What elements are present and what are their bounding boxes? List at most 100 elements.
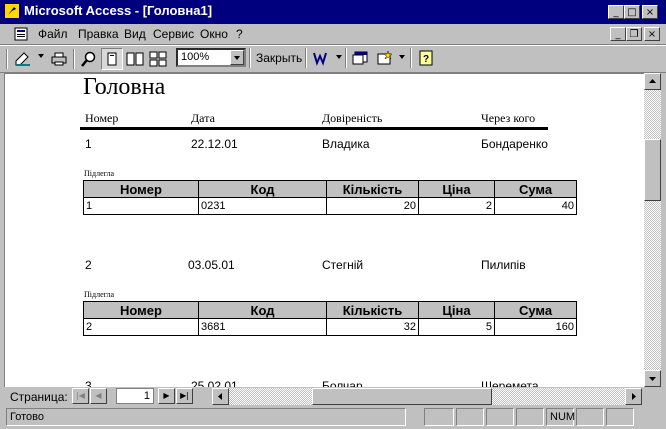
chevron-down-icon[interactable]: [399, 55, 405, 59]
menu-service[interactable]: Сервис: [153, 27, 194, 41]
multiple-pages-button[interactable]: [147, 48, 169, 70]
page-number-field[interactable]: 1: [116, 388, 154, 404]
record-number: 1: [85, 137, 92, 151]
scroll-up-button[interactable]: [644, 73, 661, 90]
record-proxy: Болчар: [322, 379, 363, 387]
office-links-button[interactable]: [310, 47, 332, 69]
record-date: 22.12.01: [191, 137, 238, 151]
toolbar: [0, 45, 666, 73]
menu-window[interactable]: Окно: [200, 27, 228, 41]
one-page-icon: [107, 52, 117, 66]
next-page-button[interactable]: ▶: [158, 388, 175, 404]
subform-header-sum: Сума: [494, 301, 577, 319]
doc-minimize-button[interactable]: _: [610, 27, 626, 41]
cell-number: 1: [83, 197, 199, 215]
zoom-select[interactable]: 100%: [176, 48, 246, 67]
status-indicator-2: [456, 408, 484, 426]
cell-qty: 20: [326, 197, 419, 215]
doc-restore-button[interactable]: ❐: [626, 27, 642, 41]
minimize-button[interactable]: _: [608, 5, 624, 19]
subform-header-number: Номер: [83, 301, 199, 319]
subform-header-price: Ціна: [418, 180, 495, 198]
status-text: Готово: [6, 408, 406, 426]
menu-edit[interactable]: Правка: [78, 27, 119, 41]
record-proxy: Владика: [322, 137, 370, 151]
subform-header-price: Ціна: [418, 301, 495, 319]
new-object-icon: [377, 50, 393, 65]
prev-page-button[interactable]: ◀: [90, 388, 107, 404]
scroll-right-button[interactable]: [625, 388, 642, 405]
menu-view[interactable]: Вид: [124, 27, 146, 41]
printer-icon: [51, 52, 67, 66]
help-button[interactable]: ?: [415, 47, 437, 69]
record-proxy: Стегній: [322, 258, 364, 272]
close-window-button[interactable]: ×: [642, 5, 658, 19]
subform-header-sum: Сума: [494, 180, 577, 198]
status-indicator-7: [606, 408, 634, 426]
help-icon: ?: [419, 50, 433, 66]
doc-close-button[interactable]: ×: [644, 27, 660, 41]
window-title: Microsoft Access - [Головна1]: [24, 3, 213, 18]
zoom-value: 100%: [181, 51, 210, 63]
chevron-down-icon[interactable]: [230, 50, 244, 65]
status-indicator-4: [516, 408, 544, 426]
menu-file[interactable]: Файл: [38, 27, 68, 41]
record-via: Пилипів: [481, 258, 526, 272]
vertical-scrollbar[interactable]: [644, 73, 661, 387]
column-header-number: Номер: [85, 111, 119, 125]
report-title: Головна: [83, 74, 166, 100]
horizontal-scroll-thumb[interactable]: [312, 388, 492, 405]
column-header-proxy: Довіреність: [322, 111, 383, 125]
cell-code: 3681: [198, 318, 327, 336]
scroll-down-button[interactable]: [644, 370, 661, 387]
cell-code: 0231: [198, 197, 327, 215]
record-via: Шеремета: [481, 379, 539, 387]
subform-header-code: Код: [198, 301, 327, 319]
cell-price: 5: [418, 318, 495, 336]
last-page-button[interactable]: ▶|: [176, 388, 193, 404]
menu-bar: Файл Правка Вид Сервис Окно ? _ ❐ ×: [0, 24, 666, 45]
status-indicator-3: [486, 408, 514, 426]
status-bar: Готово NUM: [0, 406, 666, 429]
cell-sum: 40: [494, 197, 577, 215]
subform-table: Номер Код Кількість Ціна Сума 1 0231 20 …: [83, 180, 577, 215]
scroll-left-button[interactable]: [212, 388, 229, 405]
num-lock-indicator: NUM: [546, 408, 575, 426]
subform-header-qty: Кількість: [326, 301, 419, 319]
record-date: 25.02.01: [191, 379, 238, 387]
first-page-button[interactable]: |◀: [72, 388, 89, 404]
two-pages-icon: [126, 52, 144, 66]
menu-help[interactable]: ?: [236, 27, 243, 41]
word-link-icon: [313, 52, 327, 66]
page-navigation-bar: Страница: |◀ ◀ 1 ▶ ▶|: [0, 387, 666, 405]
horizontal-scrollbar[interactable]: [212, 388, 642, 405]
chevron-down-icon[interactable]: [38, 54, 44, 58]
title-bar: Microsoft Access - [Головна1] _ □ ×: [0, 0, 666, 24]
zoom-button[interactable]: [78, 48, 100, 70]
subform-label: Підлегла: [84, 169, 115, 178]
multiple-pages-icon: [149, 51, 167, 67]
design-view-button[interactable]: [12, 48, 34, 70]
header-divider: [80, 127, 548, 130]
close-preview-button[interactable]: Закрыть: [252, 48, 306, 68]
cell-price: 2: [418, 197, 495, 215]
new-object-button[interactable]: [374, 47, 396, 69]
vertical-scroll-thumb[interactable]: [644, 139, 661, 201]
subform-table: Номер Код Кількість Ціна Сума 2 3681 32 …: [83, 301, 577, 336]
database-window-button[interactable]: [350, 47, 372, 69]
record-number: 3: [85, 379, 92, 387]
subform-header-qty: Кількість: [326, 180, 419, 198]
maximize-button[interactable]: □: [624, 5, 640, 19]
arrow-left-icon: [218, 393, 222, 400]
subform-header-number: Номер: [83, 180, 199, 198]
print-button[interactable]: [48, 48, 70, 70]
arrow-up-icon: [649, 79, 656, 83]
cell-number: 2: [83, 318, 199, 336]
one-page-button[interactable]: [101, 48, 123, 70]
column-header-date: Дата: [191, 111, 215, 125]
two-pages-button[interactable]: [124, 48, 146, 70]
chevron-down-icon[interactable]: [336, 55, 342, 59]
cell-qty: 32: [326, 318, 419, 336]
svg-text:?: ?: [423, 54, 429, 65]
subform-header-code: Код: [198, 180, 327, 198]
